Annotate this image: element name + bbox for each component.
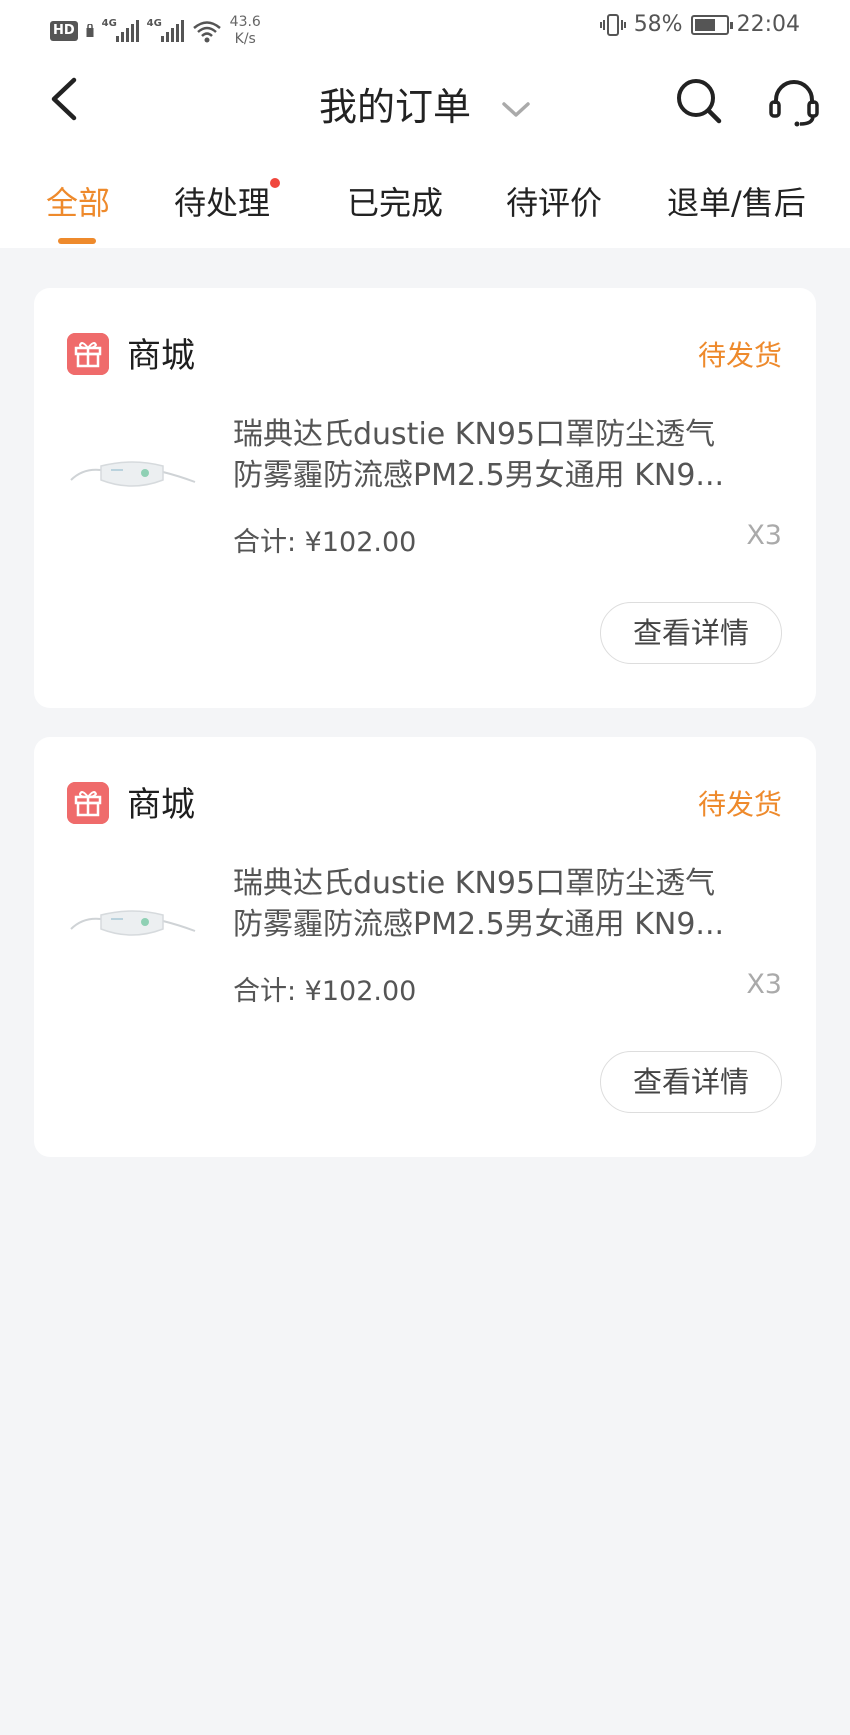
tab-pending-dot [270,178,280,188]
active-tab-indicator [58,238,96,244]
clock: 22:04 [736,12,800,37]
tab-to-review[interactable]: 待评价 [506,178,602,224]
product-thumbnail[interactable] [67,867,197,987]
battery-icon [690,14,733,35]
order-total: 合计: ¥102.00 [233,976,417,1007]
product-title[interactable]: 瑞典达氏dustie KN95口罩防尘透气 防雾霾防流感PM2.5男女通用 KN… [233,414,783,496]
order-total: 合计: ¥102.00 [233,527,417,558]
tab-completed[interactable]: 已完成 [347,178,443,224]
tab-pending[interactable]: 待处理 [174,178,270,224]
order-status: 待发货 [697,339,782,372]
product-title[interactable]: 瑞典达氏dustie KN95口罩防尘透气 防雾霾防流感PM2.5男女通用 KN… [233,863,783,945]
search-icon [677,79,722,124]
search-button[interactable] [674,76,724,126]
gift-icon [67,333,109,375]
page-title-text: 我的订单 [318,85,471,129]
order-tabs: 全部 待处理 已完成 待评价 退单/售后 [0,178,850,248]
gift-icon [67,782,109,824]
cellular-signal-2: 4G [147,18,184,42]
view-details-button[interactable]: 查看详情 [600,602,782,664]
vibrate-icon [599,13,626,36]
tab-refund-aftersales[interactable]: 退单/售后 [667,178,806,224]
order-card[interactable]: 商城 待发货 瑞典达氏dustie KN95口罩防尘透气 防雾霾防流感PM2.5… [34,737,816,1157]
product-title-line-2: 防雾霾防流感PM2.5男女通用 KN9... [233,907,725,942]
product-title-line-2: 防雾霾防流感PM2.5男女通用 KN9... [233,458,725,493]
order-quantity: X3 [746,969,782,1000]
product-title-line-1: 瑞典达氏dustie KN95口罩防尘透气 [233,417,716,452]
wifi-icon [192,21,221,43]
order-quantity: X3 [746,520,782,551]
product-thumbnail[interactable] [67,418,197,538]
customer-service-button[interactable] [768,76,820,128]
sim-lock-icon [86,24,94,37]
store-name: 商城 [127,785,195,825]
view-details-button[interactable]: 查看详情 [600,1051,782,1113]
status-bar: HD 4G 4G 43.6 K/s 58% 22:04 [0,0,850,56]
network-speed: 43.6 K/s [229,14,261,47]
status-bar-left: HD 4G 4G 43.6 K/s [50,14,261,48]
cellular-signal-1: 4G [102,18,139,42]
order-status: 待发货 [697,788,782,821]
battery-percent: 58% [633,12,683,37]
headset-icon [769,80,819,127]
tab-all[interactable]: 全部 [46,178,110,224]
header: 我的订单 [0,56,850,196]
store-name: 商城 [127,336,195,376]
status-bar-right: 58% 22:04 [599,12,800,37]
chevron-down-icon [502,101,530,117]
product-title-line-1: 瑞典达氏dustie KN95口罩防尘透气 [233,866,716,901]
order-card[interactable]: 商城 待发货 瑞典达氏dustie KN95口罩防尘透气 防雾霾防流感PM2.5… [34,288,816,708]
hd-badge: HD [50,21,78,41]
